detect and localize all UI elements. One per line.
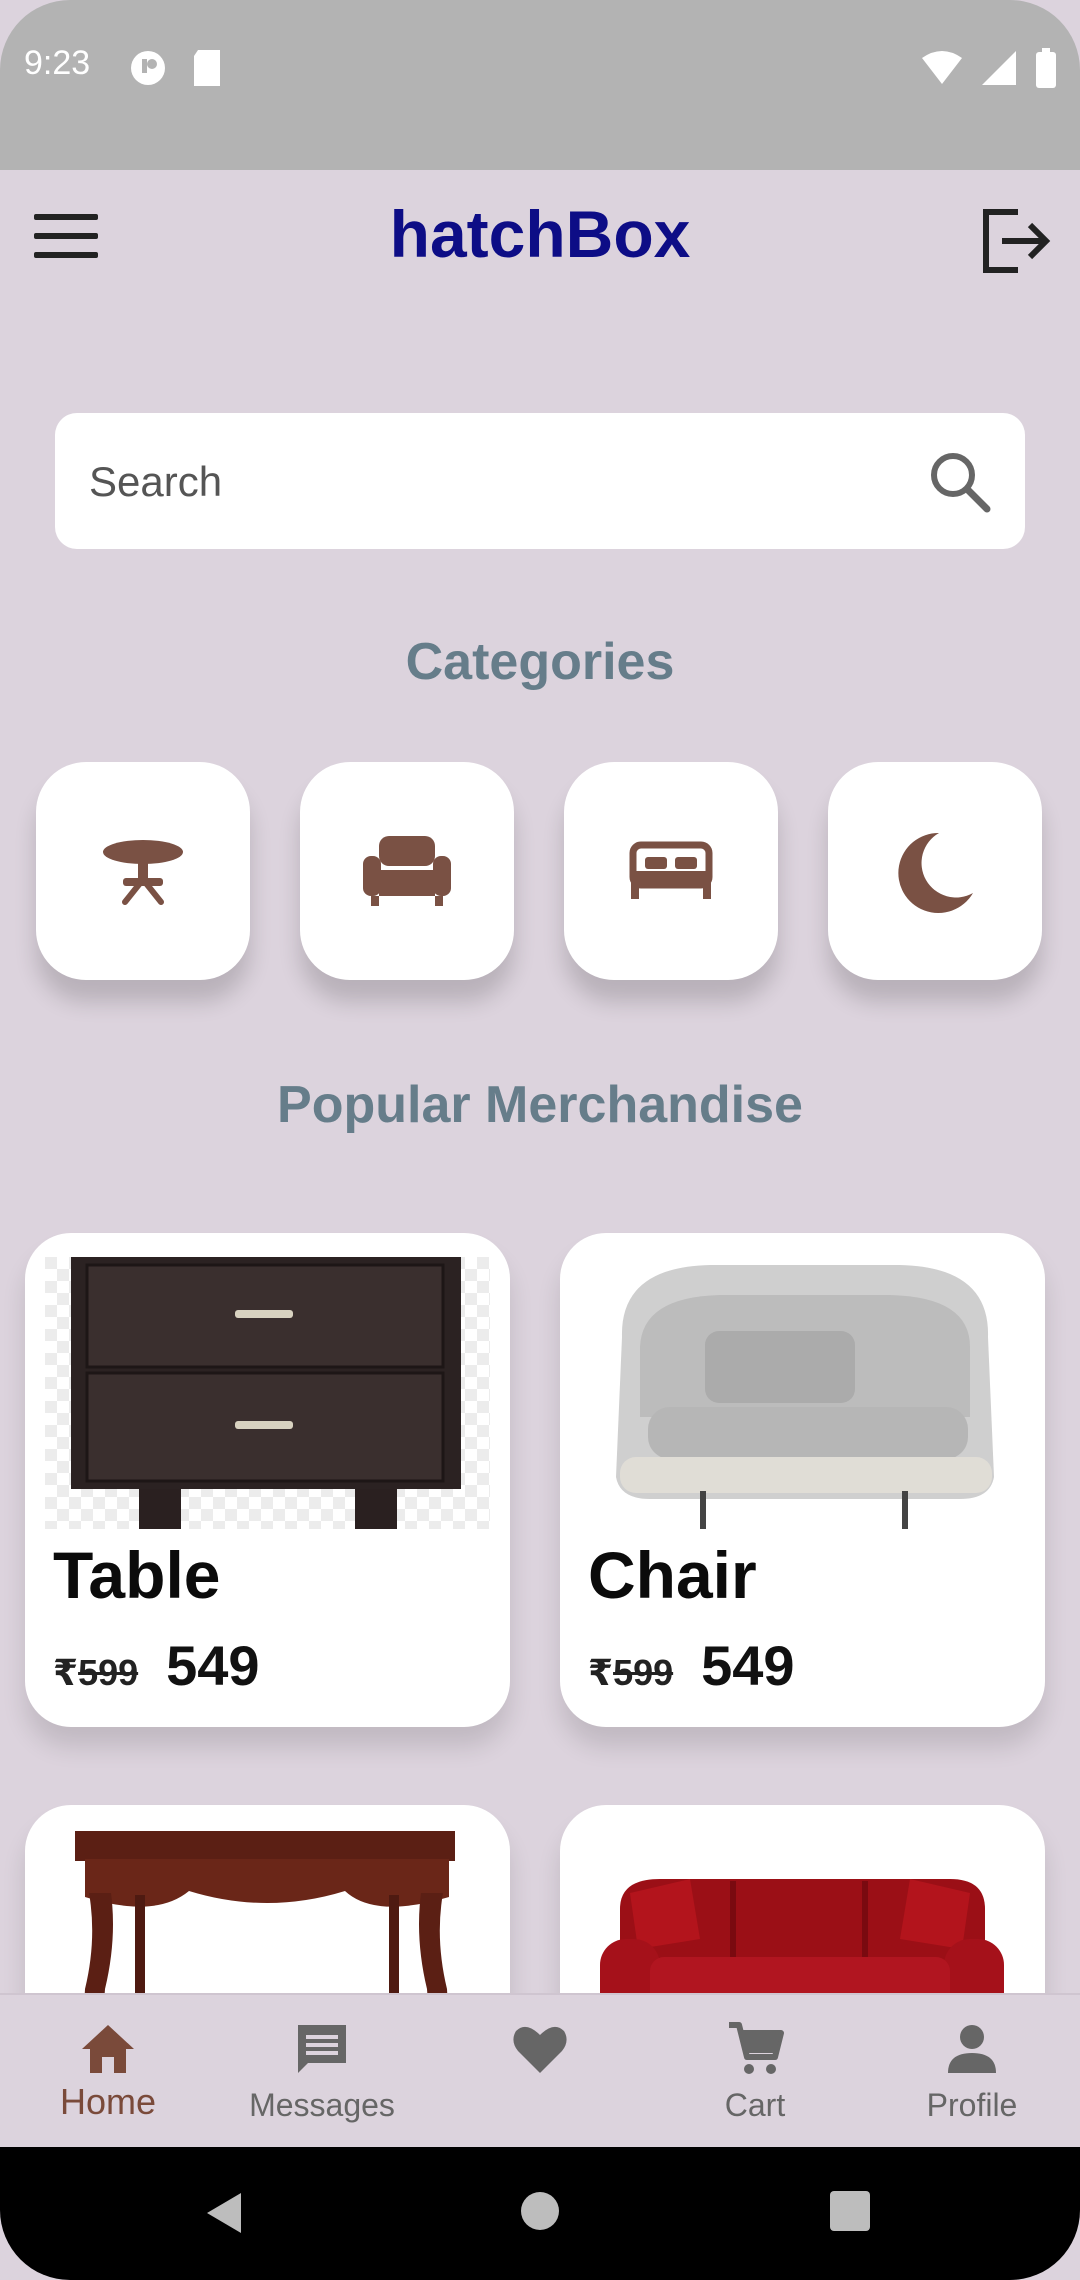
category-table[interactable] [36, 762, 250, 980]
old-price-value: 599 [78, 1652, 139, 1693]
home-icon [82, 2025, 134, 2073]
armchair-image [616, 1265, 994, 1529]
drawer-cabinet-image [45, 1257, 490, 1529]
nav-favorites[interactable] [440, 1995, 640, 2149]
currency-symbol: ₹ [53, 1652, 79, 1693]
new-price: 549 [166, 1634, 260, 1697]
heart-icon [513, 2026, 567, 2073]
bottom-navigation: Home Messages Cart Profile [0, 1993, 1080, 2149]
nav-label: Home [59, 2081, 157, 2122]
home-circle-icon[interactable] [520, 2191, 560, 2231]
bed-icon [629, 841, 713, 899]
system-navigation-bar [0, 2147, 1080, 2280]
category-sofa[interactable] [300, 762, 514, 980]
table-icon [103, 840, 183, 905]
status-bar: 9:23 [0, 0, 1080, 170]
price-row: ₹599 549 [53, 1633, 260, 1698]
product-card-chair[interactable]: Chair ₹599 549 [560, 1233, 1045, 1727]
new-price: 549 [701, 1634, 795, 1697]
categories-title: Categories [405, 633, 675, 691]
category-night[interactable] [828, 762, 1042, 980]
notification-icon [131, 51, 165, 85]
nav-cart[interactable]: Cart [655, 1995, 855, 2149]
popular-merchandise-title: Popular Merchandise [277, 1076, 803, 1134]
app-title: hatchBox [389, 197, 691, 271]
back-icon[interactable] [205, 2191, 245, 2235]
search-input[interactable] [87, 443, 911, 521]
status-time: 9:23 [24, 44, 91, 82]
old-price-value: 599 [613, 1652, 674, 1693]
wifi-icon [922, 51, 962, 84]
search-bar [55, 413, 1025, 549]
sd-card-icon [194, 50, 220, 86]
search-icon[interactable] [927, 449, 991, 513]
old-price: ₹599 [588, 1652, 673, 1694]
nav-home[interactable]: Home [8, 1995, 208, 2149]
nav-label: Messages [249, 2087, 395, 2123]
cart-icon [729, 2022, 784, 2074]
nav-label: Profile [926, 2087, 1018, 2123]
sofa-icon [363, 836, 451, 906]
app-bar: hatchBox [0, 170, 1080, 300]
person-icon [948, 2025, 996, 2073]
message-icon [298, 2025, 346, 2073]
product-name: Chair [588, 1538, 757, 1612]
category-bed[interactable] [564, 762, 778, 980]
signal-icon [982, 51, 1016, 85]
recents-icon[interactable] [830, 2191, 870, 2231]
price-row: ₹599 549 [588, 1633, 795, 1698]
product-card-table[interactable]: Table ₹599 549 [25, 1233, 510, 1727]
old-price: ₹599 [53, 1652, 138, 1694]
nav-profile[interactable]: Profile [872, 1995, 1072, 2149]
logout-icon[interactable] [978, 206, 1052, 276]
moon-icon [898, 832, 973, 913]
product-name: Table [53, 1538, 221, 1612]
nav-label: Cart [724, 2087, 786, 2123]
currency-symbol: ₹ [588, 1652, 614, 1693]
battery-icon [1036, 48, 1056, 88]
nav-messages[interactable]: Messages [222, 1995, 422, 2149]
